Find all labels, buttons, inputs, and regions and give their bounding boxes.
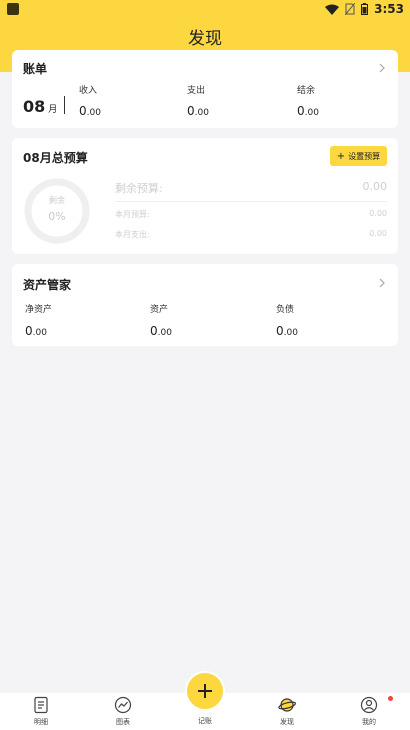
- nav-label-charts: 图表: [116, 718, 130, 726]
- net-assets-value: 0.00: [25, 324, 47, 338]
- month-budget-row: 本月预算: 0.00: [115, 209, 387, 221]
- budget-card[interactable]: 08月总预算 + 设置预算 剩余 0% 剩余预算: 0.00 本月预算: 0.0…: [12, 138, 398, 254]
- month-budget-value: 0.00: [369, 209, 387, 218]
- month-budget-label: 本月预算:: [115, 210, 150, 219]
- nav-item-mine[interactable]: 我的: [328, 693, 410, 730]
- assets-value: 0.00: [150, 324, 172, 338]
- month-unit: 月: [48, 105, 58, 115]
- bill-month[interactable]: 08 月: [23, 97, 57, 116]
- month-expense-value: 0.00: [369, 229, 387, 238]
- remaining-budget-label: 剩余预算:: [115, 182, 163, 195]
- ring-label: 剩余: [49, 196, 65, 205]
- expense-column: 支出 0.00: [187, 83, 209, 118]
- nav-label-discover: 发现: [280, 718, 294, 726]
- nav-label-details: 明细: [34, 718, 48, 726]
- list-icon: [34, 696, 48, 714]
- chevron-right-icon[interactable]: [376, 62, 388, 74]
- status-bar: 3:53: [0, 0, 410, 18]
- bill-card[interactable]: 账单 08 月 收入 0.00 支出 0.00 结余 0.00: [12, 50, 398, 128]
- month-expense-row: 本月支出: 0.00: [115, 229, 387, 241]
- user-icon: [360, 696, 378, 714]
- notification-dot: [388, 696, 393, 701]
- planet-icon: [278, 698, 296, 712]
- month-divider: [64, 96, 65, 114]
- balance-label: 结余: [297, 86, 316, 96]
- nav-label-mine: 我的: [362, 718, 376, 726]
- income-column: 收入 0.00: [79, 83, 101, 118]
- set-budget-button[interactable]: + 设置预算: [330, 146, 387, 166]
- month-expense-label: 本月支出:: [115, 230, 150, 239]
- status-time: 3:53: [374, 2, 404, 16]
- remaining-budget-row: 剩余预算: 0.00: [115, 180, 388, 195]
- expense-value: 0.00: [187, 104, 209, 118]
- asset-manager-title: 资产管家: [23, 278, 72, 292]
- wifi-icon: [325, 4, 340, 15]
- add-record-button[interactable]: [185, 671, 225, 711]
- bill-title: 账单: [23, 62, 48, 76]
- asset-manager-card[interactable]: 资产管家 净资产 0.00 资产 0.00 负债 0.00: [12, 264, 398, 346]
- net-assets-column: 净资产 0.00: [25, 302, 52, 338]
- month-number: 08: [23, 97, 46, 116]
- nav-item-discover[interactable]: 发现: [246, 693, 328, 730]
- plus-icon: [198, 684, 212, 698]
- budget-title: 08月总预算: [23, 151, 88, 165]
- expense-label: 支出: [187, 86, 206, 96]
- set-budget-label: 设置预算: [348, 151, 381, 161]
- ring-percent: 0%: [48, 210, 66, 223]
- plus-icon: +: [336, 150, 346, 162]
- chart-icon: [114, 696, 132, 714]
- chevron-right-icon[interactable]: [376, 277, 388, 289]
- page-title: 发现: [188, 29, 222, 49]
- net-assets-label: 净资产: [25, 305, 53, 315]
- debt-label: 负债: [276, 305, 295, 315]
- no-sim-icon: [345, 3, 356, 15]
- assets-column: 资产 0.00: [150, 302, 172, 338]
- nav-item-charts[interactable]: 图表: [82, 693, 164, 730]
- budget-divider: [115, 201, 387, 202]
- status-icons: 3:53: [325, 1, 404, 17]
- income-value: 0.00: [79, 104, 101, 118]
- debt-column: 负债 0.00: [276, 302, 298, 338]
- remaining-budget-value: 0.00: [362, 180, 388, 193]
- assets-label: 资产: [150, 305, 169, 315]
- nav-label-record: 记账: [198, 717, 212, 725]
- balance-column: 结余 0.00: [297, 83, 319, 118]
- app-notification-icon: [7, 3, 19, 15]
- battery-icon: [361, 3, 369, 15]
- debt-value: 0.00: [276, 324, 298, 338]
- nav-item-details[interactable]: 明细: [0, 693, 82, 730]
- income-label: 收入: [79, 86, 98, 96]
- balance-value: 0.00: [297, 104, 319, 118]
